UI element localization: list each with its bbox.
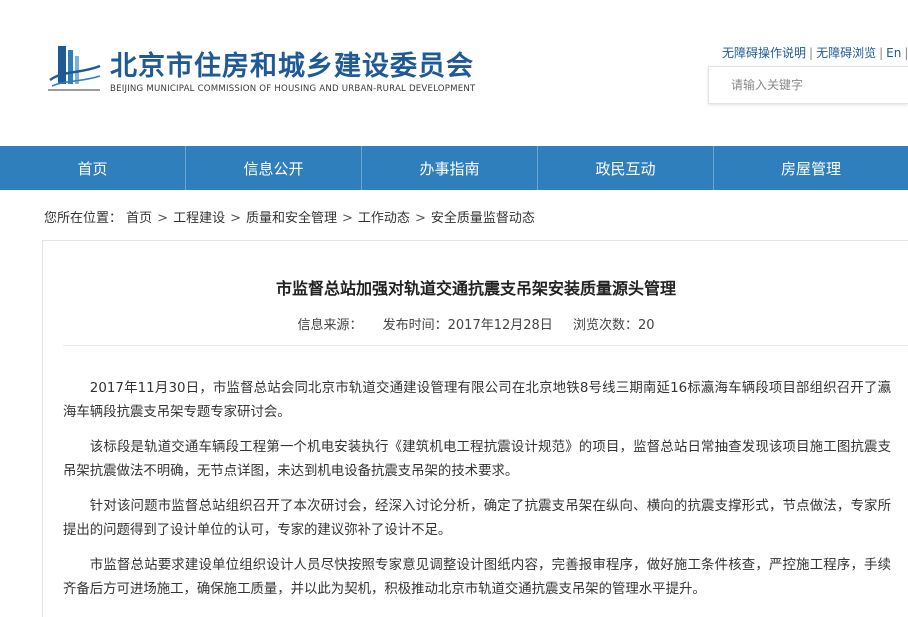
breadcrumb: 您所在位置： 首页 > 工程建设 > 质量和安全管理 > 工作动态 > 安全质量监督动态 bbox=[44, 207, 535, 226]
top-links: 无障碍操作说明 | 无障碍浏览 | En | bbox=[722, 44, 908, 61]
article-paragraph: 2017年11月30日，市监督总站会同北京市轨道交通建设管理有限公司在北京地铁8… bbox=[63, 381, 891, 420]
article-paragraph: 该标段是轨道交通车辆段工程第一个机电安装执行《建筑机电工程抗震设计规范》的项目，… bbox=[63, 440, 891, 479]
article-panel: 市监督总站加强对轨道交通抗震支吊架安装质量源头管理 信息来源： 发布时间：201… bbox=[42, 240, 908, 617]
nav-item-home[interactable]: 首页 bbox=[0, 146, 186, 190]
nav-item-housing[interactable]: 房屋管理 bbox=[714, 146, 908, 190]
breadcrumb-arrow-icon: > bbox=[230, 211, 241, 226]
site-header: 北京市住房和城乡建设委员会 BEIJING MUNICIPAL COMMISSI… bbox=[0, 0, 908, 146]
nav-item-info-disclosure[interactable]: 信息公开 bbox=[186, 146, 362, 190]
article-source: 信息来源： bbox=[297, 318, 363, 333]
breadcrumb-arrow-icon: > bbox=[414, 211, 426, 226]
breadcrumb-item-quality-safety[interactable]: 质量和安全管理 bbox=[246, 211, 337, 226]
article-title: 市监督总站加强对轨道交通抗震支吊架安装质量源头管理 bbox=[275, 279, 676, 298]
commission-logo-icon[interactable] bbox=[44, 40, 104, 98]
breadcrumb-item-construction[interactable]: 工程建设 bbox=[173, 211, 225, 226]
search-input[interactable] bbox=[709, 67, 908, 103]
article-date: 发布时间：2017年12月28日 bbox=[382, 318, 553, 333]
nav-item-interaction[interactable]: 政民互动 bbox=[538, 146, 714, 190]
main-nav: 首页 信息公开 办事指南 政民互动 房屋管理 bbox=[0, 146, 908, 190]
breadcrumb-arrow-icon: > bbox=[157, 211, 169, 226]
article-paragraph: 市监督总站要求建设单位组织设计人员尽快按照专家意见调整设计图纸内容，完善报审程序… bbox=[63, 558, 891, 597]
article-paragraph: 针对该问题市监督总站组织召开了本次研讨会，经深入讨论分析，确定了抗震支吊架在纵向… bbox=[63, 499, 891, 538]
link-separator: | bbox=[904, 46, 908, 60]
article-divider bbox=[63, 345, 908, 346]
breadcrumb-item-work-news[interactable]: 工作动态 bbox=[358, 211, 410, 226]
accessibility-guide-link[interactable]: 无障碍操作说明 bbox=[722, 46, 806, 60]
search-box bbox=[708, 66, 908, 104]
breadcrumb-prefix: 您所在位置： bbox=[44, 211, 123, 226]
link-separator: | bbox=[809, 46, 814, 60]
english-link[interactable]: En bbox=[886, 46, 901, 60]
breadcrumb-item-supervision-news[interactable]: 安全质量监督动态 bbox=[431, 211, 535, 226]
breadcrumb-arrow-icon: > bbox=[342, 211, 353, 226]
accessibility-browse-link[interactable]: 无障碍浏览 bbox=[816, 46, 876, 60]
article-views: 浏览次数：20 bbox=[572, 318, 655, 333]
link-separator: | bbox=[879, 46, 884, 60]
article-meta: 信息来源： 发布时间：2017年12月28日 浏览次数：20 bbox=[43, 314, 908, 333]
site-subtitle: BEIJING MUNICIPAL COMMISSION OF HOUSING … bbox=[110, 84, 476, 94]
breadcrumb-item-home[interactable]: 首页 bbox=[126, 211, 152, 226]
nav-item-service-guide[interactable]: 办事指南 bbox=[362, 146, 538, 190]
article-body: 2017年11月30日，市监督总站会同北京市轨道交通建设管理有限公司在北京地铁8… bbox=[63, 377, 891, 613]
site-title[interactable]: 北京市住房和城乡建设委员会 bbox=[110, 44, 474, 83]
